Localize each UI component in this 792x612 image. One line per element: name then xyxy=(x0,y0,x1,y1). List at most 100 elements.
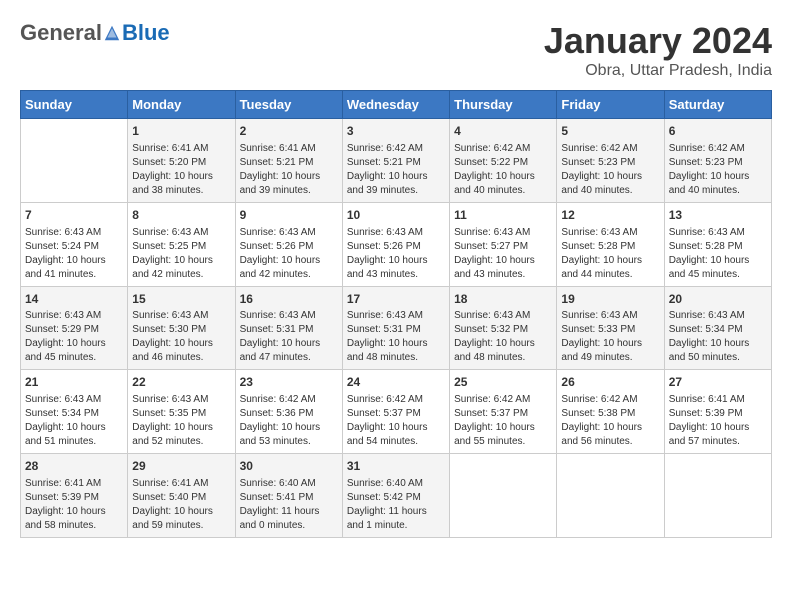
calendar-day-cell: 3 Sunrise: 6:42 AM Sunset: 5:21 PM Daylig… xyxy=(342,119,449,203)
day-info: Sunrise: 6:42 AM Sunset: 5:38 PM Dayligh… xyxy=(561,393,659,449)
day-info: Sunrise: 6:41 AM Sunset: 5:21 PM Dayligh… xyxy=(240,142,338,198)
calendar-week-row: 28 Sunrise: 6:41 AM Sunset: 5:39 PM Dayli… xyxy=(21,454,772,538)
calendar-day-cell: 10 Sunrise: 6:43 AM Sunset: 5:26 PM Dayli… xyxy=(342,202,449,286)
calendar-day-cell: 23 Sunrise: 6:42 AM Sunset: 5:36 PM Dayli… xyxy=(235,370,342,454)
calendar-day-cell: 8Sunrise: 6:43 AM Sunset: 5:25 PM Daylig… xyxy=(128,202,235,286)
calendar-day-cell: 26 Sunrise: 6:42 AM Sunset: 5:38 PM Dayli… xyxy=(557,370,664,454)
day-number: 7 xyxy=(25,207,123,224)
calendar-week-row: 21 Sunrise: 6:43 AM Sunset: 5:34 PM Dayli… xyxy=(21,370,772,454)
page-header: General Blue January 2024 Obra, Uttar Pr… xyxy=(20,20,772,80)
day-info: Sunrise: 6:42 AM Sunset: 5:22 PM Dayligh… xyxy=(454,142,552,198)
day-info: Sunrise: 6:41 AM Sunset: 5:20 PM Dayligh… xyxy=(132,142,230,198)
day-info: Sunrise: 6:43 AM Sunset: 5:28 PM Dayligh… xyxy=(561,226,659,282)
logo-general-text: General xyxy=(20,20,102,46)
calendar-day-cell: 15Sunrise: 6:43 AM Sunset: 5:30 PM Dayli… xyxy=(128,286,235,370)
day-number: 22 xyxy=(132,374,230,391)
day-info: Sunrise: 6:43 AM Sunset: 5:34 PM Dayligh… xyxy=(669,309,767,365)
day-number: 3 xyxy=(347,123,445,140)
day-info: Sunrise: 6:43 AM Sunset: 5:26 PM Dayligh… xyxy=(240,226,338,282)
day-info: Sunrise: 6:43 AM Sunset: 5:26 PM Dayligh… xyxy=(347,226,445,282)
calendar-day-cell: 28 Sunrise: 6:41 AM Sunset: 5:39 PM Dayli… xyxy=(21,454,128,538)
location-subtitle: Obra, Uttar Pradesh, India xyxy=(544,62,772,80)
calendar-day-cell: 6 Sunrise: 6:42 AM Sunset: 5:23 PM Daylig… xyxy=(664,119,771,203)
day-info: Sunrise: 6:43 AM Sunset: 5:32 PM Dayligh… xyxy=(454,309,552,365)
calendar-day-cell: 19Sunrise: 6:43 AM Sunset: 5:33 PM Dayli… xyxy=(557,286,664,370)
day-number: 31 xyxy=(347,458,445,475)
calendar-day-cell: 29 Sunrise: 6:41 AM Sunset: 5:40 PM Dayli… xyxy=(128,454,235,538)
day-of-week-header: Saturday xyxy=(664,91,771,119)
calendar-day-cell xyxy=(450,454,557,538)
day-info: Sunrise: 6:40 AM Sunset: 5:41 PM Dayligh… xyxy=(240,477,338,533)
day-info: Sunrise: 6:41 AM Sunset: 5:39 PM Dayligh… xyxy=(25,477,123,533)
day-info: Sunrise: 6:42 AM Sunset: 5:21 PM Dayligh… xyxy=(347,142,445,198)
day-number: 18 xyxy=(454,291,552,308)
calendar-day-cell xyxy=(557,454,664,538)
day-info: Sunrise: 6:43 AM Sunset: 5:34 PM Dayligh… xyxy=(25,393,123,449)
day-number: 8 xyxy=(132,207,230,224)
calendar-day-cell: 20Sunrise: 6:43 AM Sunset: 5:34 PM Dayli… xyxy=(664,286,771,370)
calendar-day-cell: 4 Sunrise: 6:42 AM Sunset: 5:22 PM Daylig… xyxy=(450,119,557,203)
calendar-week-row: 14Sunrise: 6:43 AM Sunset: 5:29 PM Dayli… xyxy=(21,286,772,370)
month-title: January 2024 xyxy=(544,20,772,62)
calendar-day-cell: 24Sunrise: 6:42 AM Sunset: 5:37 PM Dayli… xyxy=(342,370,449,454)
day-of-week-header: Wednesday xyxy=(342,91,449,119)
calendar-day-cell: 7Sunrise: 6:43 AM Sunset: 5:24 PM Daylig… xyxy=(21,202,128,286)
day-info: Sunrise: 6:42 AM Sunset: 5:37 PM Dayligh… xyxy=(347,393,445,449)
day-number: 28 xyxy=(25,458,123,475)
day-number: 29 xyxy=(132,458,230,475)
day-number: 20 xyxy=(669,291,767,308)
day-number: 23 xyxy=(240,374,338,391)
day-number: 19 xyxy=(561,291,659,308)
calendar-week-row: 7Sunrise: 6:43 AM Sunset: 5:24 PM Daylig… xyxy=(21,202,772,286)
day-number: 4 xyxy=(454,123,552,140)
day-number: 14 xyxy=(25,291,123,308)
logo: General Blue xyxy=(20,20,170,46)
day-number: 6 xyxy=(669,123,767,140)
day-info: Sunrise: 6:42 AM Sunset: 5:23 PM Dayligh… xyxy=(561,142,659,198)
calendar-day-cell: 25Sunrise: 6:42 AM Sunset: 5:37 PM Dayli… xyxy=(450,370,557,454)
day-info: Sunrise: 6:41 AM Sunset: 5:40 PM Dayligh… xyxy=(132,477,230,533)
day-info: Sunrise: 6:43 AM Sunset: 5:29 PM Dayligh… xyxy=(25,309,123,365)
calendar-day-cell: 31 Sunrise: 6:40 AM Sunset: 5:42 PM Dayli… xyxy=(342,454,449,538)
day-number: 25 xyxy=(454,374,552,391)
calendar-day-cell: 27Sunrise: 6:41 AM Sunset: 5:39 PM Dayli… xyxy=(664,370,771,454)
day-number: 1 xyxy=(132,123,230,140)
logo-blue-text: Blue xyxy=(122,20,170,46)
day-info: Sunrise: 6:42 AM Sunset: 5:36 PM Dayligh… xyxy=(240,393,338,449)
day-info: Sunrise: 6:41 AM Sunset: 5:39 PM Dayligh… xyxy=(669,393,767,449)
day-info: Sunrise: 6:40 AM Sunset: 5:42 PM Dayligh… xyxy=(347,477,445,533)
calendar-day-cell: 17Sunrise: 6:43 AM Sunset: 5:31 PM Dayli… xyxy=(342,286,449,370)
day-info: Sunrise: 6:43 AM Sunset: 5:35 PM Dayligh… xyxy=(132,393,230,449)
day-of-week-header: Tuesday xyxy=(235,91,342,119)
calendar-day-cell: 22 Sunrise: 6:43 AM Sunset: 5:35 PM Dayli… xyxy=(128,370,235,454)
calendar-day-cell: 11 Sunrise: 6:43 AM Sunset: 5:27 PM Dayli… xyxy=(450,202,557,286)
calendar-week-row: 1 Sunrise: 6:41 AM Sunset: 5:20 PM Daylig… xyxy=(21,119,772,203)
day-number: 13 xyxy=(669,207,767,224)
day-info: Sunrise: 6:42 AM Sunset: 5:23 PM Dayligh… xyxy=(669,142,767,198)
calendar-day-cell xyxy=(21,119,128,203)
day-info: Sunrise: 6:43 AM Sunset: 5:28 PM Dayligh… xyxy=(669,226,767,282)
day-number: 16 xyxy=(240,291,338,308)
calendar-day-cell: 16Sunrise: 6:43 AM Sunset: 5:31 PM Dayli… xyxy=(235,286,342,370)
day-of-week-header: Sunday xyxy=(21,91,128,119)
day-number: 26 xyxy=(561,374,659,391)
calendar-day-cell xyxy=(664,454,771,538)
calendar-table: SundayMondayTuesdayWednesdayThursdayFrid… xyxy=(20,90,772,538)
calendar-day-cell: 2 Sunrise: 6:41 AM Sunset: 5:21 PM Daylig… xyxy=(235,119,342,203)
calendar-header: SundayMondayTuesdayWednesdayThursdayFrid… xyxy=(21,91,772,119)
day-number: 30 xyxy=(240,458,338,475)
calendar-day-cell: 1 Sunrise: 6:41 AM Sunset: 5:20 PM Daylig… xyxy=(128,119,235,203)
day-info: Sunrise: 6:43 AM Sunset: 5:33 PM Dayligh… xyxy=(561,309,659,365)
day-number: 11 xyxy=(454,207,552,224)
logo-icon xyxy=(103,24,121,42)
day-number: 10 xyxy=(347,207,445,224)
day-number: 17 xyxy=(347,291,445,308)
day-number: 2 xyxy=(240,123,338,140)
day-number: 21 xyxy=(25,374,123,391)
calendar-day-cell: 9Sunrise: 6:43 AM Sunset: 5:26 PM Daylig… xyxy=(235,202,342,286)
day-info: Sunrise: 6:43 AM Sunset: 5:31 PM Dayligh… xyxy=(240,309,338,365)
day-of-week-header: Thursday xyxy=(450,91,557,119)
day-info: Sunrise: 6:43 AM Sunset: 5:27 PM Dayligh… xyxy=(454,226,552,282)
calendar-day-cell: 12Sunrise: 6:43 AM Sunset: 5:28 PM Dayli… xyxy=(557,202,664,286)
day-info: Sunrise: 6:43 AM Sunset: 5:31 PM Dayligh… xyxy=(347,309,445,365)
